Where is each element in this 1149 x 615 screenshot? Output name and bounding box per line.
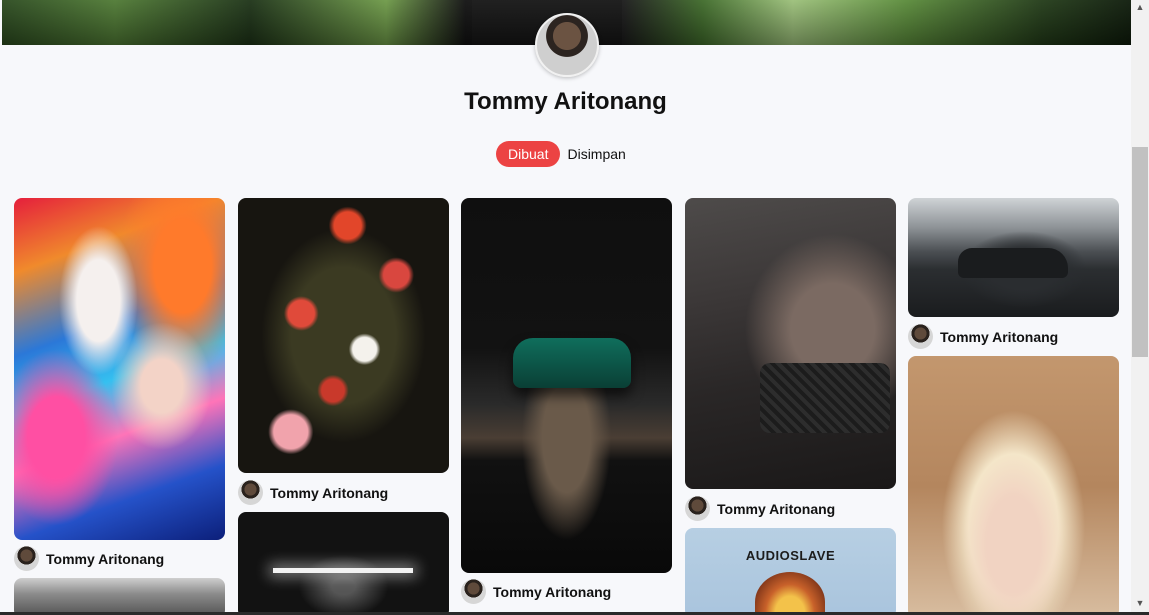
owner-name: Tommy Aritonang <box>717 500 836 517</box>
flame-art <box>755 572 825 612</box>
pin-image[interactable] <box>238 198 449 473</box>
pin-image[interactable] <box>461 198 672 573</box>
triangle-up-icon[interactable]: ▲ <box>1131 0 1149 14</box>
owner-name: Tommy Aritonang <box>493 583 612 600</box>
owner-name: Tommy Aritonang <box>940 328 1059 345</box>
profile-page: Tommy Aritonang Dibuat Disimpan Tommy Ar… <box>0 0 1131 612</box>
lamp-light <box>273 568 413 573</box>
pin-image[interactable] <box>238 512 449 612</box>
owner-avatar <box>461 579 486 604</box>
owner-name: Tommy Aritonang <box>46 550 165 567</box>
owner-avatar <box>685 496 710 521</box>
profile-avatar[interactable] <box>535 13 599 77</box>
pin-image[interactable] <box>14 578 225 612</box>
pin-owner[interactable]: Tommy Aritonang <box>461 579 611 604</box>
profile-name: Tommy Aritonang <box>464 88 667 115</box>
car-shape <box>513 338 631 388</box>
pin-image[interactable] <box>908 356 1119 612</box>
pin-image[interactable] <box>908 198 1119 317</box>
owner-avatar <box>908 324 933 349</box>
triangle-down-icon[interactable]: ▼ <box>1131 596 1149 610</box>
owner-name: Tommy Aritonang <box>270 484 389 501</box>
pin-owner[interactable]: Tommy Aritonang <box>238 480 388 505</box>
car-grille <box>760 363 890 433</box>
profile-tabs: Dibuat Disimpan <box>496 141 626 167</box>
pin-image[interactable] <box>14 198 225 540</box>
tab-dibuat[interactable]: Dibuat <box>496 141 561 167</box>
pin-owner[interactable]: Tommy Aritonang <box>908 324 1058 349</box>
pin-image[interactable] <box>685 198 896 489</box>
pin-owner[interactable]: Tommy Aritonang <box>14 546 164 571</box>
pin-image[interactable]: AUDIOSLAVE <box>685 528 896 612</box>
car-shape <box>958 248 1068 278</box>
owner-avatar <box>238 480 263 505</box>
pin-owner[interactable]: Tommy Aritonang <box>685 496 835 521</box>
album-title: AUDIOSLAVE <box>745 548 836 563</box>
scrollbar-thumb[interactable] <box>1132 147 1148 357</box>
owner-avatar <box>14 546 39 571</box>
tab-disimpan[interactable]: Disimpan <box>567 141 625 167</box>
